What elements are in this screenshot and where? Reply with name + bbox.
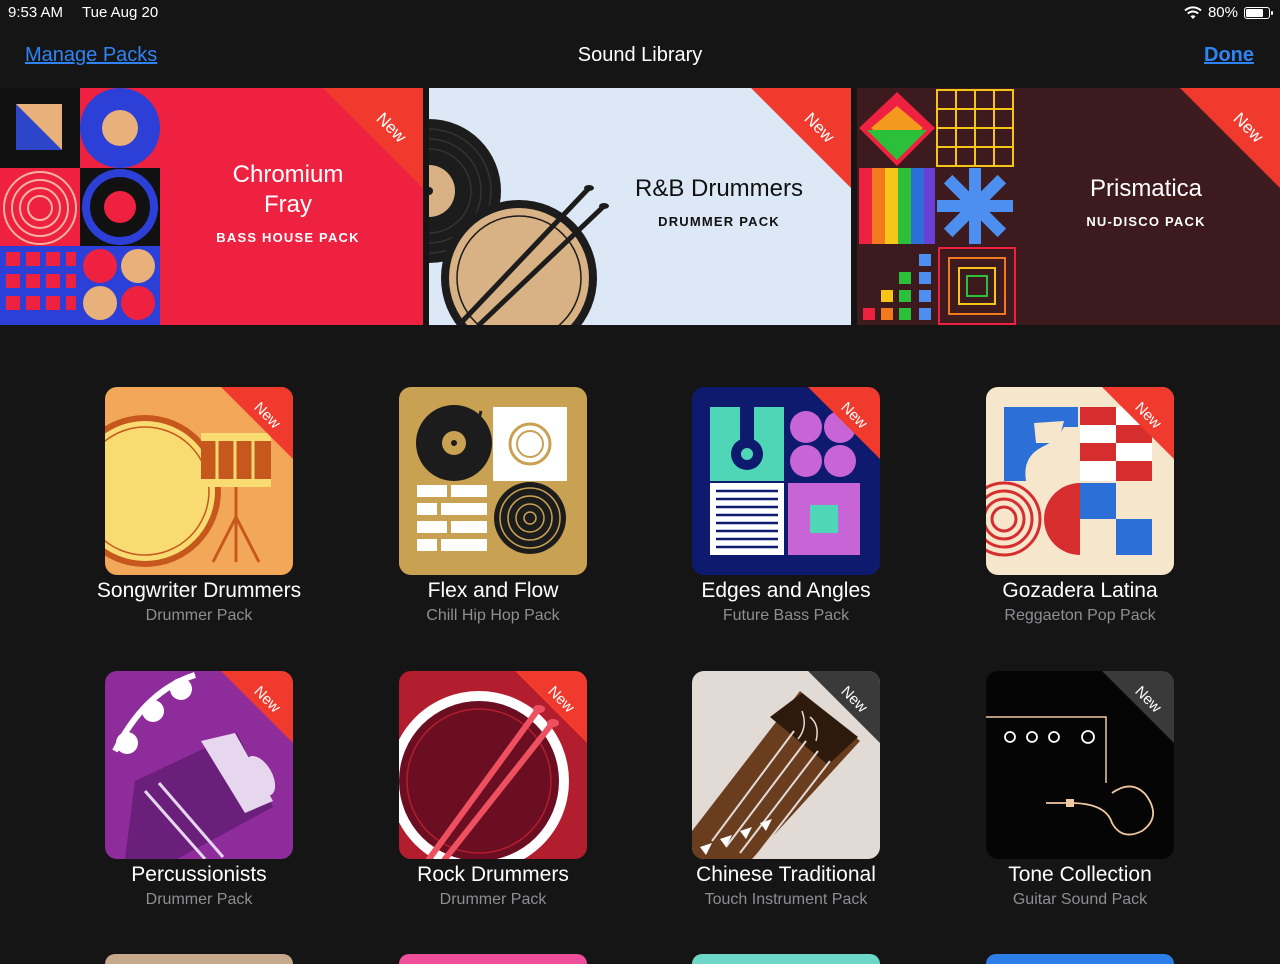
pack-subtitle: Drummer Pack [145, 607, 253, 624]
status-right: 80% [1184, 4, 1273, 21]
pack-subtitle: Touch Instrument Pack [704, 891, 868, 908]
pack-name: Flex and Flow [427, 579, 559, 602]
pack-artwork [399, 387, 587, 575]
new-badge-label: New [544, 682, 578, 717]
pack-artwork: New [399, 671, 587, 859]
turntable-artwork [416, 405, 567, 554]
pack-tile-partial[interactable] [105, 954, 293, 964]
new-badge: New [808, 671, 880, 743]
wifi-icon [1184, 5, 1202, 19]
pack-tone-collection[interactable]: New Tone Collection Guitar Sound Pack [986, 671, 1174, 909]
banner-subtitle: NU-DISCO PACK [1086, 214, 1206, 229]
pack-subtitle: Drummer Pack [439, 891, 547, 908]
pack-artwork: New [692, 387, 880, 575]
pack-tile-partial[interactable] [692, 954, 880, 964]
pack-artwork: New [986, 671, 1174, 859]
new-badge-label: New [1131, 398, 1165, 433]
new-badge-label: New [800, 108, 839, 147]
pack-name: Gozadera Latina [1002, 579, 1158, 602]
banner-title-line2: Fray [264, 191, 312, 218]
new-badge-label: New [837, 682, 871, 717]
chromium-fray-artwork [0, 88, 160, 325]
pack-name: Songwriter Drummers [96, 579, 302, 602]
pack-chinese-traditional[interactable]: New Chinese Traditional Touch Instrument… [692, 671, 880, 909]
status-date: Tue Aug 20 [82, 4, 159, 21]
new-badge: New [751, 88, 851, 188]
pack-rock-drummers[interactable]: New Rock Drummers Drummer Pack [399, 671, 587, 909]
pack-subtitle: Reggaeton Pop Pack [1004, 607, 1156, 624]
rnb-drum-artwork [429, 119, 609, 325]
new-badge: New [1180, 88, 1280, 188]
new-badge: New [1102, 671, 1174, 743]
new-badge: New [808, 387, 880, 459]
new-badge-label: New [250, 682, 284, 717]
banner-subtitle: BASS HOUSE PACK [216, 230, 360, 245]
pack-name: Tone Collection [1008, 863, 1152, 886]
pack-subtitle: Drummer Pack [145, 891, 253, 908]
pack-flex-and-flow[interactable]: Flex and Flow Chill Hip Hop Pack [399, 387, 587, 625]
battery-level [1246, 8, 1263, 17]
new-badge-label: New [372, 108, 411, 147]
done-button[interactable]: Done [1204, 44, 1254, 67]
new-badge: New [221, 671, 293, 743]
status-time: 9:53 AM [8, 4, 64, 21]
new-badge-label: New [837, 398, 871, 433]
new-badge: New [515, 671, 587, 743]
new-badge-label: New [250, 398, 284, 433]
pack-name: Chinese Traditional [696, 863, 876, 886]
banner-subtitle: DRUMMER PACK [658, 214, 780, 229]
new-badge: New [1102, 387, 1174, 459]
banner-chromium-fray[interactable]: Chromium Fray BASS HOUSE PACK New [0, 88, 423, 325]
new-badge-label: New [1131, 682, 1165, 717]
status-bar: 9:53 AM Tue Aug 20 80% [0, 0, 1280, 26]
pack-tile-partial[interactable] [986, 954, 1174, 964]
pack-artwork: New [986, 387, 1174, 575]
pack-artwork: New [105, 671, 293, 859]
pack-name: Percussionists [131, 863, 267, 886]
featured-banners: Chromium Fray BASS HOUSE PACK New R&B Dr… [0, 88, 1280, 325]
pack-name: Edges and Angles [701, 579, 871, 602]
pack-name: Rock Drummers [417, 863, 569, 886]
pack-gozadera-latina[interactable]: New Gozadera Latina Reggaeton Pop Pack [986, 387, 1174, 625]
banner-prismatica[interactable]: Prismatica NU-DISCO PACK New [857, 88, 1280, 325]
pack-percussionists[interactable]: New Percussionists Drummer Pack [105, 671, 293, 909]
pack-edges-and-angles[interactable]: New Edges and Angles Future Bass Pack [692, 387, 880, 625]
page-title: Sound Library [577, 44, 703, 66]
pack-subtitle: Future Bass Pack [722, 607, 850, 624]
new-badge-label: New [1229, 108, 1268, 147]
new-badge: New [323, 88, 423, 188]
pack-subtitle: Chill Hip Hop Pack [426, 607, 560, 624]
pack-songwriter-drummers[interactable]: New Songwriter Drummers Drummer Pack [97, 387, 301, 625]
banner-rnb-drummers[interactable]: R&B Drummers DRUMMER PACK New [429, 88, 851, 325]
prismatica-artwork [859, 89, 1016, 325]
pack-tile-partial[interactable] [399, 954, 587, 964]
pack-artwork: New [105, 387, 293, 575]
pack-subtitle: Guitar Sound Pack [1012, 891, 1148, 908]
pack-artwork: New [692, 671, 880, 859]
battery-icon [1244, 6, 1273, 19]
battery-percent: 80% [1207, 4, 1238, 21]
navigation-bar: Manage Packs Sound Library Done [0, 26, 1280, 88]
new-badge: New [221, 387, 293, 459]
